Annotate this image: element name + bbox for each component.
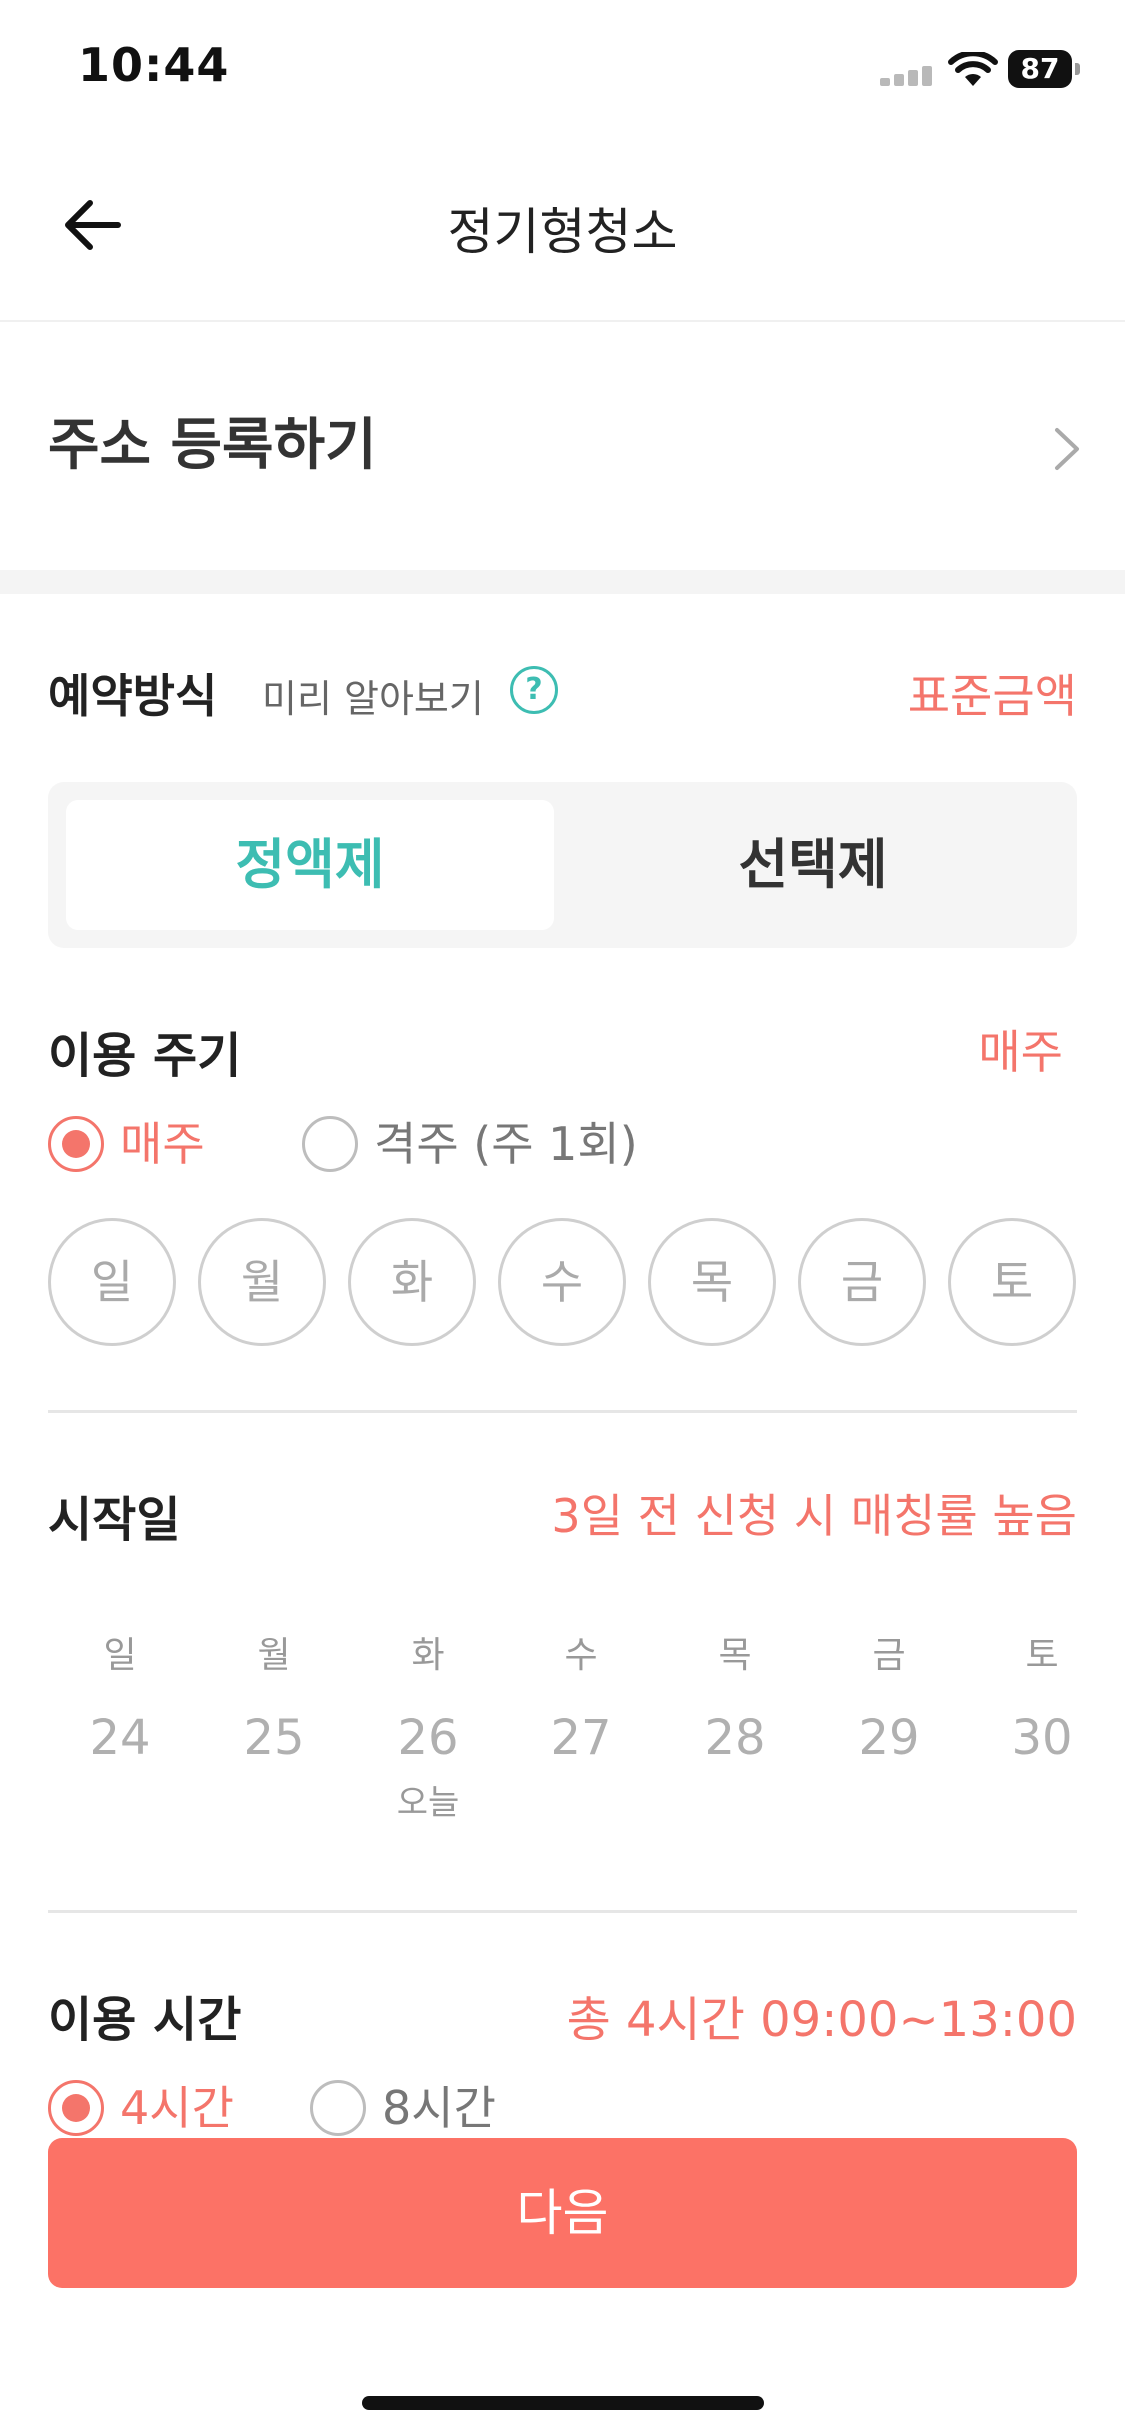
calendar-weekday: 화 (411, 1635, 445, 1676)
day-button-tue[interactable]: 화 (348, 1218, 476, 1346)
address-register-row[interactable]: 주소 등록하기 (0, 322, 1125, 570)
battery-icon: 87 (1008, 50, 1080, 88)
weekday-selector: 일 월 화 수 목 금 토 (48, 1218, 1077, 1346)
start-date-title: 시작일 (48, 1492, 181, 1548)
radio-weekly-label: 매주 (120, 1117, 205, 1171)
calendar-day[interactable]: 수 27 (511, 1626, 651, 1778)
standard-price-label: 표준금액 (907, 669, 1077, 723)
cellular-signal-icon (880, 64, 934, 86)
day-button-wed[interactable]: 수 (498, 1218, 626, 1346)
radio-8-hours-indicator (310, 2080, 366, 2136)
status-time: 10:44 (78, 38, 230, 92)
radio-4-hours[interactable]: 4시간 (48, 2078, 288, 2138)
help-icon[interactable]: ? (510, 666, 558, 714)
calendar-weekday: 토 (1025, 1635, 1059, 1676)
divider (48, 1910, 1077, 1913)
radio-biweekly[interactable]: 격주 (주 1회) (302, 1114, 722, 1174)
calendar-weekday: 수 (564, 1635, 598, 1676)
calendar-date: 27 (550, 1710, 612, 1766)
reservation-type-title: 예약방식 (48, 669, 218, 723)
reservation-preview-link[interactable]: 미리 알아보기 (262, 668, 484, 723)
calendar-day[interactable]: 월 25 (204, 1626, 344, 1778)
radio-biweekly-indicator (302, 1116, 358, 1172)
address-register-label: 주소 등록하기 (48, 413, 377, 478)
time-radio-group: 4시간 8시간 (48, 2078, 1077, 2138)
calendar-weekday: 일 (103, 1635, 137, 1676)
radio-8-hours[interactable]: 8시간 (310, 2078, 550, 2138)
calendar-weekday: 월 (257, 1635, 291, 1676)
calendar-date: 26 (397, 1710, 459, 1766)
radio-4-hours-label: 4시간 (120, 2081, 234, 2135)
cycle-radio-group: 매주 격주 (주 1회) (48, 1114, 1077, 1174)
radio-weekly[interactable]: 매주 (48, 1114, 288, 1174)
calendar-weekday: 금 (872, 1635, 906, 1676)
reservation-type-segment: 정액제 선택제 (48, 782, 1077, 948)
screen: 10:44 87 정기형청소 주소 등록하기 예약방식 미리 알아보기 ? 표준… (0, 0, 1125, 2436)
home-indicator (362, 2396, 764, 2410)
calendar-date: 25 (243, 1710, 305, 1766)
usage-cycle-title: 이용 주기 (48, 1028, 242, 1084)
header: 정기형청소 (0, 150, 1125, 320)
day-button-mon[interactable]: 월 (198, 1218, 326, 1346)
day-button-sat[interactable]: 토 (948, 1218, 1076, 1346)
chevron-right-icon (1055, 428, 1079, 470)
day-button-thu[interactable]: 목 (648, 1218, 776, 1346)
section-separator (0, 570, 1125, 594)
page-title: 정기형청소 (447, 203, 678, 261)
radio-weekly-indicator (48, 1116, 104, 1172)
day-button-fri[interactable]: 금 (798, 1218, 926, 1346)
calendar-day-today[interactable]: 화 26 오늘 (358, 1626, 498, 1828)
usage-cycle-value: 매주 (978, 1025, 1063, 1079)
wifi-icon (948, 52, 998, 86)
radio-8-hours-label: 8시간 (382, 2081, 496, 2135)
day-button-sun[interactable]: 일 (48, 1218, 176, 1346)
calendar-date: 28 (704, 1710, 766, 1766)
today-label: 오늘 (396, 1783, 460, 1823)
calendar-date: 29 (858, 1710, 920, 1766)
usage-time-value: 총 4시간 09:00~13:00 (566, 1992, 1077, 2048)
tab-selective[interactable]: 선택제 (568, 800, 1058, 930)
calendar-day[interactable]: 토 30 (972, 1626, 1112, 1778)
calendar-weekday: 목 (718, 1635, 752, 1676)
start-date-calendar: 일 24 월 25 화 26 오늘 수 27 목 28 금 29 토 30 (48, 1626, 1077, 1856)
radio-biweekly-label: 격주 (주 1회) (374, 1117, 638, 1171)
next-button[interactable]: 다음 (48, 2138, 1077, 2288)
calendar-day[interactable]: 목 28 (665, 1626, 805, 1778)
calendar-date: 30 (1011, 1710, 1073, 1766)
battery-level: 87 (1020, 52, 1060, 85)
calendar-day[interactable]: 금 29 (819, 1626, 959, 1778)
status-bar: 10:44 87 (0, 0, 1125, 140)
tab-flat-rate[interactable]: 정액제 (66, 800, 554, 930)
radio-4-hours-indicator (48, 2080, 104, 2136)
divider (48, 1410, 1077, 1413)
calendar-date: 24 (89, 1710, 151, 1766)
calendar-day[interactable]: 일 24 (50, 1626, 190, 1778)
start-date-hint: 3일 전 신청 시 매칭률 높음 (551, 1489, 1077, 1543)
usage-time-title: 이용 시간 (48, 1992, 242, 2048)
